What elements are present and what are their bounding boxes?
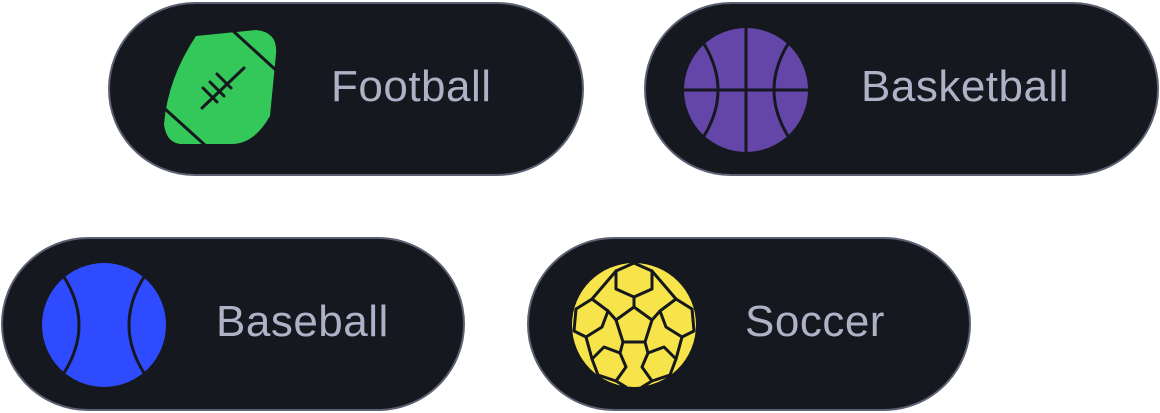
- football-icon: [162, 28, 286, 152]
- sport-label-soccer: Soccer: [745, 297, 885, 346]
- sport-chip-soccer[interactable]: Soccer: [527, 237, 971, 411]
- sport-chip-basketball[interactable]: Basketball: [644, 2, 1159, 176]
- sport-label-football: Football: [331, 62, 492, 111]
- basketball-icon: [684, 28, 808, 152]
- baseball-icon: [42, 263, 166, 387]
- sport-chip-football[interactable]: Football: [108, 2, 584, 176]
- sport-label-baseball: Baseball: [216, 297, 389, 346]
- sport-chip-baseball[interactable]: Baseball: [1, 237, 465, 411]
- soccer-icon-body: [572, 263, 696, 387]
- soccer-icon: [572, 263, 696, 387]
- football-icon-body: [164, 30, 277, 144]
- baseball-icon-body: [42, 263, 166, 387]
- sport-label-basketball: Basketball: [861, 62, 1070, 111]
